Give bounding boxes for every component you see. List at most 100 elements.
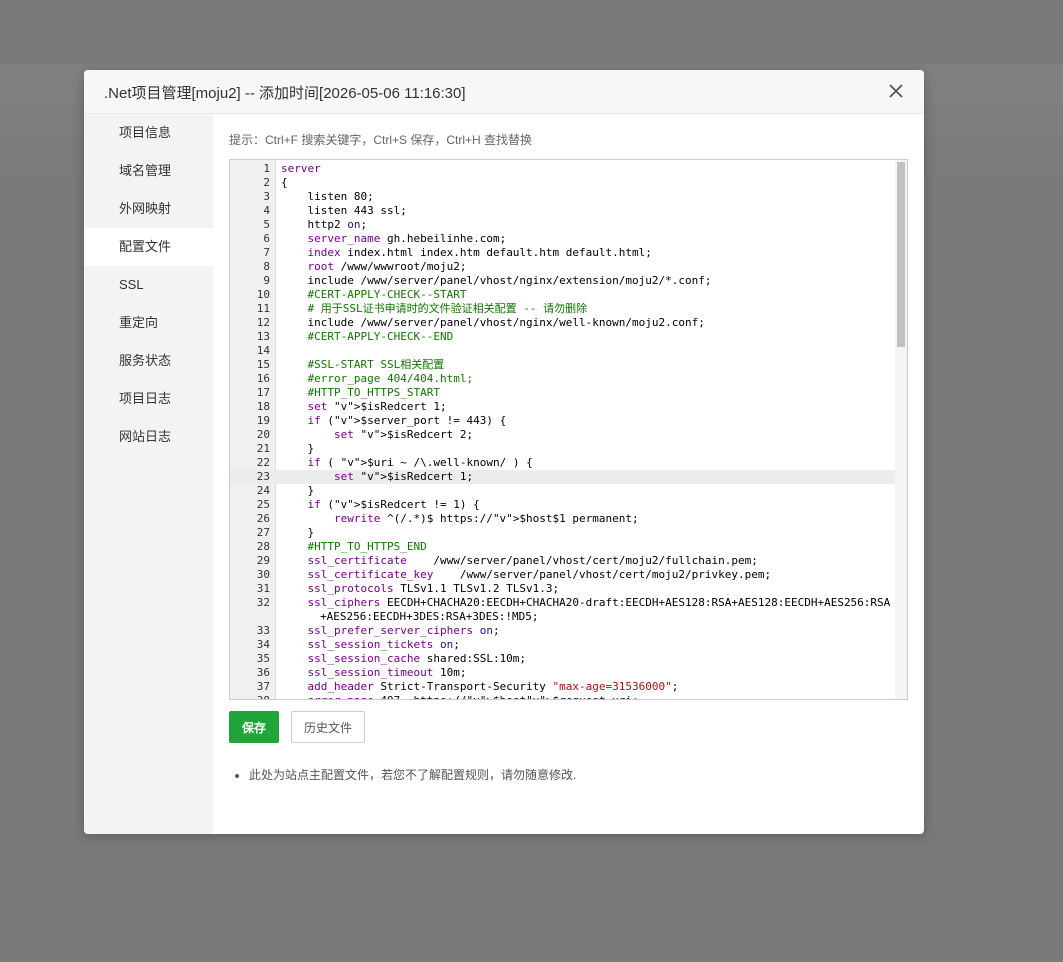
line-number: 29 — [256, 554, 270, 567]
sidebar-item-ssl[interactable]: SSL — [84, 266, 213, 304]
code-text: } — [281, 442, 315, 455]
line-number: 9 — [263, 274, 270, 287]
code-line[interactable]: 1 server — [230, 162, 896, 176]
line-number: 22 — [256, 456, 270, 469]
code-line[interactable]: 24 } — [230, 484, 896, 498]
code-line[interactable]: 29 ssl_certificate /www/server/panel/vho… — [230, 554, 896, 568]
line-number: 25 — [256, 498, 270, 511]
code-text: set "v">$isRedcert 1; — [307, 400, 447, 413]
code-line[interactable]: 5 http2 on; — [230, 218, 896, 232]
code-line[interactable]: 19 if ("v">$server_port != 443) { — [230, 414, 896, 428]
code-text: } — [281, 484, 315, 497]
line-number: 28 — [256, 540, 270, 553]
code-line[interactable]: 31 ssl_protocols TLSv1.1 TLSv1.2 TLSv1.3… — [230, 582, 896, 596]
line-number: 15 — [256, 358, 270, 371]
code-line[interactable]: 2{ — [230, 176, 896, 190]
editor-scrollbar[interactable] — [895, 160, 907, 699]
code-line[interactable]: 14 — [230, 344, 896, 358]
code-text: rewrite ^(/.*)$ https://"v">$host$1 perm… — [333, 512, 639, 525]
close-icon[interactable] — [886, 81, 906, 101]
code-line[interactable]: 12 include /www/server/panel/vhost/nginx… — [230, 316, 896, 330]
line-number: 36 — [256, 666, 270, 679]
code-text: # 用于SSL证书申请时的文件验证相关配置 -- 请勿删除 — [307, 302, 588, 315]
code-line[interactable]: 37 add_header Strict-Transport-Security … — [230, 680, 896, 694]
sidebar-item-domains[interactable]: 域名管理 — [84, 152, 213, 190]
line-number: 16 — [256, 372, 270, 385]
code-line[interactable]: 27 } — [230, 526, 896, 540]
code-line[interactable]: 7 index index.html index.htm default.htm… — [230, 246, 896, 260]
code-line[interactable]: 23 set "v">$isRedcert 1; — [230, 470, 896, 484]
code-line[interactable]: 17 #HTTP_TO_HTTPS_START — [230, 386, 896, 400]
code-text: ssl_protocols TLSv1.1 TLSv1.2 TLSv1.3; — [307, 582, 560, 595]
code-line[interactable]: 13 #CERT-APPLY-CHECK--END — [230, 330, 896, 344]
sidebar-item-project-log[interactable]: 项目日志 — [84, 380, 213, 418]
code-line[interactable]: 4 listen 443 ssl; — [230, 204, 896, 218]
sidebar-item-redirect[interactable]: 重定向 — [84, 304, 213, 342]
code-line[interactable]: 9 include /www/server/panel/vhost/nginx/… — [230, 274, 896, 288]
code-line[interactable]: 10 #CERT-APPLY-CHECK--START — [230, 288, 896, 302]
history-files-button[interactable]: 历史文件 — [291, 711, 365, 743]
line-number: 31 — [256, 582, 270, 595]
line-number: 33 — [256, 624, 270, 637]
code-text: ssl_session_tickets on; — [307, 638, 460, 651]
code-line[interactable]: 28 #HTTP_TO_HTTPS_END — [230, 540, 896, 554]
line-number: 23 — [256, 470, 270, 483]
sidebar-item-service-status[interactable]: 服务状态 — [84, 342, 213, 380]
code-line[interactable]: 20 set "v">$isRedcert 2; — [230, 428, 896, 442]
code-text: } — [281, 526, 315, 539]
code-text: server_name gh.hebeilinhe.com; — [307, 232, 507, 245]
code-text: { — [281, 176, 288, 189]
sidebar: 项目信息 域名管理 外网映射 配置文件 SSL 重定向 服务状态 项目日志 网站… — [84, 114, 213, 834]
config-panel: 提示：Ctrl+F 搜索关键字，Ctrl+S 保存，Ctrl+H 查找替换 1s… — [229, 114, 909, 834]
code-line[interactable]: 34 ssl_session_tickets on; — [230, 638, 896, 652]
code-line[interactable]: 36 ssl_session_timeout 10m; — [230, 666, 896, 680]
code-editor[interactable]: 1 server 2{3 listen 80; 4 listen 443 ssl; 5 … — [229, 159, 908, 700]
line-number: 14 — [256, 344, 270, 357]
code-line[interactable]: 15 #SSL-START SSL相关配置 — [230, 358, 896, 372]
code-lines[interactable]: 1 server 2{3 listen 80; 4 listen 443 ssl; 5 … — [230, 162, 896, 699]
code-line[interactable]: 33 ssl_prefer_server_ciphers on; — [230, 624, 896, 638]
dialog-title: .Net项目管理[moju2] -- 添加时间[2026-05-06 11:16… — [104, 85, 466, 102]
code-text: if ( "v">$uri ~ /\.well-known/ ) { — [307, 456, 533, 469]
sidebar-item-project-info[interactable]: 项目信息 — [84, 114, 213, 152]
sidebar-item-port-mapping[interactable]: 外网映射 — [84, 190, 213, 228]
notes-list: 此处为站点主配置文件，若您不了解配置规则，请勿随意修改. — [233, 766, 576, 783]
code-text: #SSL-START SSL相关配置 — [307, 358, 445, 371]
code-line[interactable]: 6 server_name gh.hebeilinhe.com; — [230, 232, 896, 246]
code-line[interactable]: 32 ssl_ciphers EECDH+CHACHA20:EECDH+CHAC… — [230, 596, 896, 624]
line-number: 18 — [256, 400, 270, 413]
code-line[interactable]: 22 if ( "v">$uri ~ /\.well-known/ ) { — [230, 456, 896, 470]
code-line[interactable]: 38 error_page 497 https://"v">$host"v">$… — [230, 694, 896, 699]
code-text: ssl_session_timeout 10m; — [307, 666, 467, 679]
save-button[interactable]: 保存 — [229, 711, 279, 743]
code-line[interactable]: 21 } — [230, 442, 896, 456]
code-line[interactable]: 11 # 用于SSL证书申请时的文件验证相关配置 -- 请勿删除 — [230, 302, 896, 316]
code-line[interactable]: 8 root /www/wwwroot/moju2; — [230, 260, 896, 274]
code-text: root /www/wwwroot/moju2; — [307, 260, 467, 273]
sidebar-item-site-log[interactable]: 网站日志 — [84, 418, 213, 456]
line-number: 24 — [256, 484, 270, 497]
note-item: 此处为站点主配置文件，若您不了解配置规则，请勿随意修改. — [249, 766, 576, 783]
sidebar-item-config-file[interactable]: 配置文件 — [84, 228, 213, 266]
code-text: if ("v">$isRedcert != 1) { — [307, 498, 480, 511]
code-line[interactable]: 16 #error_page 404/404.html; — [230, 372, 896, 386]
line-number: 37 — [256, 680, 270, 693]
code-line[interactable]: 3 listen 80; — [230, 190, 896, 204]
line-number: 12 — [256, 316, 270, 329]
scrollbar-thumb[interactable] — [897, 162, 905, 347]
code-text: #HTTP_TO_HTTPS_END — [307, 540, 427, 553]
line-number: 35 — [256, 652, 270, 665]
code-text: ssl_certificate_key /www/server/panel/vh… — [307, 568, 772, 581]
project-config-dialog: .Net项目管理[moju2] -- 添加时间[2026-05-06 11:16… — [84, 70, 924, 834]
code-line[interactable]: 25 if ("v">$isRedcert != 1) { — [230, 498, 896, 512]
code-line[interactable]: 26 rewrite ^(/.*)$ https://"v">$host$1 p… — [230, 512, 896, 526]
line-number: 8 — [263, 260, 270, 273]
line-number: 32 — [256, 596, 270, 609]
code-line[interactable]: 35 ssl_session_cache shared:SSL:10m; — [230, 652, 896, 666]
code-text: include /www/server/panel/vhost/nginx/we… — [307, 316, 705, 329]
code-line[interactable]: 30 ssl_certificate_key /www/server/panel… — [230, 568, 896, 582]
code-line[interactable]: 18 set "v">$isRedcert 1; — [230, 400, 896, 414]
editor-hint: 提示：Ctrl+F 搜索关键字，Ctrl+S 保存，Ctrl+H 查找替换 — [229, 133, 533, 147]
code-text: #error_page 404/404.html; — [307, 372, 474, 385]
code-text: add_header Strict-Transport-Security "ma… — [307, 680, 679, 693]
